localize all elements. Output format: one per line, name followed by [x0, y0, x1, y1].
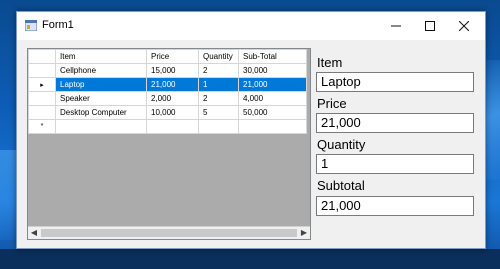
new-row-indicator-icon[interactable]: *	[28, 119, 56, 134]
column-header-price[interactable]: Price	[146, 49, 199, 64]
scrollbar-thumb[interactable]	[41, 229, 297, 237]
maximize-button[interactable]	[413, 12, 447, 40]
table-row-selected[interactable]: ▸ Laptop 21,000 1 21,000	[28, 77, 307, 92]
cell-item[interactable]: Desktop Computer	[55, 105, 147, 120]
cell-subtotal[interactable]: 4,000	[238, 91, 307, 106]
row-header[interactable]	[28, 63, 56, 78]
cell-item[interactable]	[55, 119, 147, 134]
subtotal-label: Subtotal	[317, 178, 365, 193]
scroll-right-icon[interactable]: ▶	[298, 227, 310, 239]
close-icon	[459, 21, 469, 31]
cell-quantity[interactable]	[198, 119, 239, 134]
cell-item[interactable]: Speaker	[55, 91, 147, 106]
cell-price[interactable]: 21,000	[146, 77, 199, 92]
item-label: Item	[317, 55, 343, 70]
cell-quantity[interactable]: 5	[198, 105, 239, 120]
title-bar[interactable]: Form1	[17, 12, 485, 40]
cell-item[interactable]: Laptop	[55, 77, 147, 92]
header-row: Item Price Quantity Sub-Total	[28, 49, 307, 64]
cell-item[interactable]: Cellphone	[55, 63, 147, 78]
maximize-icon	[425, 21, 435, 31]
row-header[interactable]	[28, 91, 56, 106]
data-grid-table: Item Price Quantity Sub-Total Cellphone …	[28, 49, 307, 134]
cell-subtotal[interactable]: 21,000	[238, 77, 307, 92]
taskbar	[0, 249, 500, 269]
form-window: Form1 Item Price Quantity Sub-Total Cell…	[16, 11, 486, 249]
close-button[interactable]	[447, 12, 481, 40]
cell-quantity[interactable]: 1	[198, 77, 239, 92]
price-textbox[interactable]: 21,000	[316, 113, 474, 133]
cell-quantity[interactable]: 2	[198, 91, 239, 106]
item-textbox[interactable]: Laptop	[316, 72, 474, 92]
minimize-button[interactable]	[379, 12, 413, 40]
new-row[interactable]: *	[28, 119, 307, 134]
cell-subtotal[interactable]: 30,000	[238, 63, 307, 78]
corner-header[interactable]	[28, 49, 56, 64]
subtotal-textbox[interactable]: 21,000	[316, 196, 474, 216]
cell-subtotal[interactable]: 50,000	[238, 105, 307, 120]
cell-quantity[interactable]: 2	[198, 63, 239, 78]
quantity-textbox[interactable]: 1	[316, 154, 474, 174]
quantity-label: Quantity	[317, 137, 366, 152]
cell-price[interactable]	[146, 119, 199, 134]
column-header-quantity[interactable]: Quantity	[198, 49, 239, 64]
current-row-indicator-icon[interactable]: ▸	[28, 77, 56, 92]
scroll-left-icon[interactable]: ◀	[28, 227, 40, 239]
data-grid-view[interactable]: Item Price Quantity Sub-Total Cellphone …	[27, 48, 311, 240]
row-header[interactable]	[28, 105, 56, 120]
cell-price[interactable]: 15,000	[146, 63, 199, 78]
cell-price[interactable]: 10,000	[146, 105, 199, 120]
column-header-item[interactable]: Item	[55, 49, 147, 64]
price-label: Price	[317, 96, 347, 111]
horizontal-scrollbar[interactable]: ◀ ▶	[28, 226, 310, 239]
cell-subtotal[interactable]	[238, 119, 307, 134]
minimize-icon	[391, 25, 401, 27]
table-row[interactable]: Speaker 2,000 2 4,000	[28, 91, 307, 106]
table-row[interactable]: Desktop Computer 10,000 5 50,000	[28, 105, 307, 120]
column-header-subtotal[interactable]: Sub-Total	[238, 49, 307, 64]
app-icon	[25, 20, 37, 31]
table-row[interactable]: Cellphone 15,000 2 30,000	[28, 63, 307, 78]
cell-price[interactable]: 2,000	[146, 91, 199, 106]
window-title: Form1	[42, 19, 74, 31]
